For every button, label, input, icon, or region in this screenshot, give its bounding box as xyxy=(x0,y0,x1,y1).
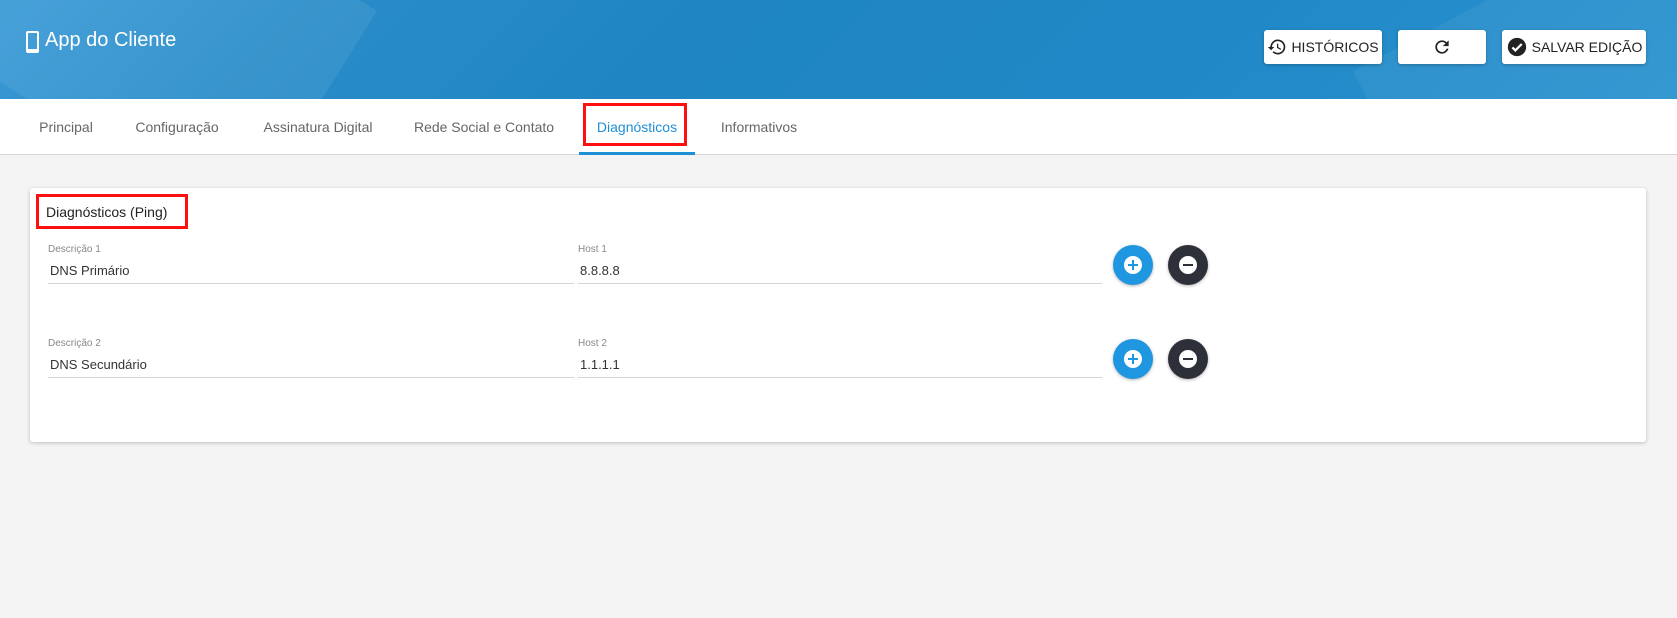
minus-circle-icon xyxy=(1179,256,1197,274)
host-field-2: Host 2 xyxy=(578,338,1102,382)
host-input-1[interactable] xyxy=(578,258,1102,284)
refresh-button[interactable] xyxy=(1398,30,1486,64)
description-field-1: Descrição 1 xyxy=(48,244,574,288)
history-button-label: HISTÓRICOS xyxy=(1291,39,1379,55)
plus-circle-icon xyxy=(1124,350,1142,368)
tab-assinatura-digital[interactable]: Assinatura Digital xyxy=(258,99,378,155)
remove-row-button-2[interactable] xyxy=(1168,339,1208,379)
save-edit-button[interactable]: SALVAR EDIÇÃO xyxy=(1502,30,1646,64)
host-label-2: Host 2 xyxy=(578,338,607,349)
tab-bar: Principal Configuração Assinatura Digita… xyxy=(0,99,1677,155)
refresh-icon xyxy=(1435,40,1449,54)
app-title-text: App do Cliente xyxy=(45,28,177,51)
plus-circle-icon xyxy=(1124,256,1142,274)
description-label-1: Descrição 1 xyxy=(48,244,101,255)
remove-row-button-1[interactable] xyxy=(1168,245,1208,285)
description-field-2: Descrição 2 xyxy=(48,338,574,382)
tab-informativos[interactable]: Informativos xyxy=(712,99,806,155)
tab-rede-social-contato[interactable]: Rede Social e Contato xyxy=(410,99,558,155)
card-title: Diagnósticos (Ping) xyxy=(46,204,168,220)
description-label-2: Descrição 2 xyxy=(48,338,101,349)
save-edit-button-label: SALVAR EDIÇÃO xyxy=(1531,39,1643,55)
check-circle-icon xyxy=(1507,37,1526,57)
host-input-2[interactable] xyxy=(578,352,1102,378)
tab-diagnosticos[interactable]: Diagnósticos xyxy=(583,99,691,155)
diagnostics-card: Diagnósticos (Ping) Descrição 1 Host 1 D… xyxy=(30,188,1646,442)
add-row-button-1[interactable] xyxy=(1113,245,1153,285)
minus-circle-icon xyxy=(1179,350,1197,368)
app-title: App do Cliente xyxy=(26,26,176,54)
description-input-1[interactable] xyxy=(48,258,574,284)
history-button[interactable]: HISTÓRICOS xyxy=(1264,30,1382,64)
phone-icon xyxy=(26,31,39,53)
tab-configuracao[interactable]: Configuração xyxy=(130,99,224,155)
app-header: App do Cliente HISTÓRICOS SALVAR EDIÇÃO xyxy=(0,0,1677,99)
active-tab-indicator xyxy=(579,152,695,155)
host-label-1: Host 1 xyxy=(578,244,607,255)
history-icon xyxy=(1268,39,1286,55)
tab-principal[interactable]: Principal xyxy=(30,99,102,155)
add-row-button-2[interactable] xyxy=(1113,339,1153,379)
description-input-2[interactable] xyxy=(48,352,574,378)
host-field-1: Host 1 xyxy=(578,244,1102,288)
